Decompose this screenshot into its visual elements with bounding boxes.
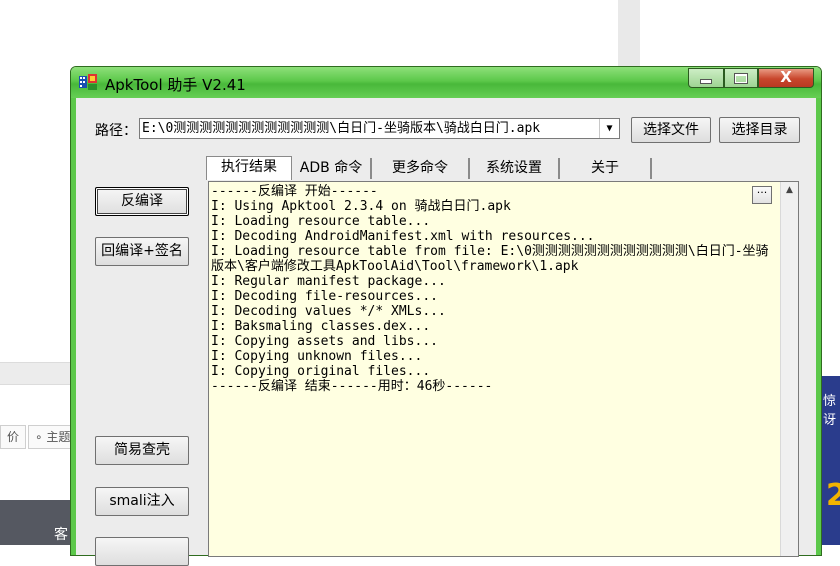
scroll-up-icon[interactable]: ▲ xyxy=(781,182,798,199)
background-strip xyxy=(0,362,72,385)
decompile-button[interactable]: 反编译 xyxy=(95,187,189,216)
partial-button[interactable] xyxy=(95,537,189,566)
log-line: I: Decoding file-resources... xyxy=(211,289,438,304)
window-title: ApkTool 助手 V2.41 xyxy=(105,76,246,94)
log-line: ------反编译 开始------ xyxy=(211,184,378,199)
log-line: I: Baksmaling classes.dex... xyxy=(211,319,431,334)
window-frame-right xyxy=(816,98,821,555)
title-bar[interactable]: ApkTool 助手 V2.41 X xyxy=(71,67,821,98)
smali-inject-button[interactable]: smali注入 xyxy=(95,487,189,516)
recompile-sign-button[interactable]: 回编译+签名 xyxy=(95,237,189,266)
background-tag-price[interactable]: 价 xyxy=(0,425,27,449)
log-line: I: Copying assets and libs... xyxy=(211,334,438,349)
log-line: I: Loading resource table from file: E:\… xyxy=(211,244,769,274)
dropdown-arrow-icon[interactable]: ▼ xyxy=(599,119,619,138)
app-icon xyxy=(79,74,97,90)
log-line: I: Regular manifest package... xyxy=(211,274,446,289)
background-tags: 价 ∘ 主题 xyxy=(0,425,78,449)
background-banner-text: 惊讶 xyxy=(823,394,837,428)
tab-about[interactable]: 关于 xyxy=(560,158,652,179)
log-output: ------反编译 开始------ I: Using Apktool 2.3.… xyxy=(211,184,776,394)
window-frame-left xyxy=(71,98,76,555)
background-footer: 客 xyxy=(0,500,72,545)
maximize-icon xyxy=(734,73,748,84)
minimize-icon xyxy=(700,79,712,84)
select-dir-button[interactable]: 选择目录 xyxy=(719,117,800,143)
simple-shell-check-button[interactable]: 简易查壳 xyxy=(95,436,189,465)
select-file-button[interactable]: 选择文件 xyxy=(631,117,711,143)
close-button[interactable]: X xyxy=(758,68,814,88)
log-line: I: Copying unknown files... xyxy=(211,349,423,364)
apktool-window: ApkTool 助手 V2.41 X 路径： E:\0测测测测测测测测测测测测\… xyxy=(70,66,822,566)
log-line: I: Decoding AndroidManifest.xml with res… xyxy=(211,229,595,244)
path-label: 路径： xyxy=(95,123,137,139)
maximize-button[interactable] xyxy=(724,68,758,88)
log-line: I: Decoding values */* XMLs... xyxy=(211,304,446,319)
background-banner: 惊讶 2 xyxy=(822,376,840,545)
log-panel[interactable]: ------反编译 开始------ I: Using Apktool 2.3.… xyxy=(208,181,799,557)
background-column xyxy=(618,0,640,66)
tab-settings[interactable]: 系统设置 xyxy=(470,158,560,179)
close-icon: X xyxy=(780,68,792,86)
log-line: I: Using Apktool 2.3.4 on 骑战白日门.apk xyxy=(211,199,511,214)
log-line: I: Loading resource table... xyxy=(211,214,431,229)
path-value: E:\0测测测测测测测测测测测测\白日门-坐骑版本\骑战白日门.apk xyxy=(142,121,541,136)
log-line: I: Copying original files... xyxy=(211,364,431,379)
log-scrollbar[interactable]: ▲ xyxy=(780,182,798,556)
path-combobox[interactable]: E:\0测测测测测测测测测测测测\白日门-坐骑版本\骑战白日门.apk ▼ xyxy=(139,118,620,139)
tab-results[interactable]: 执行结果 xyxy=(206,156,292,180)
background-banner-number: 2 xyxy=(826,478,840,513)
minimize-button[interactable] xyxy=(688,68,724,88)
tab-adb[interactable]: ADB 命令 xyxy=(292,158,372,179)
log-line: ------反编译 结束------用时：46秒------ xyxy=(211,379,493,394)
tab-more-commands[interactable]: 更多命令 xyxy=(372,158,470,179)
background-footer-text: 客 xyxy=(54,527,68,543)
more-options-button[interactable]: ··· xyxy=(752,186,772,204)
